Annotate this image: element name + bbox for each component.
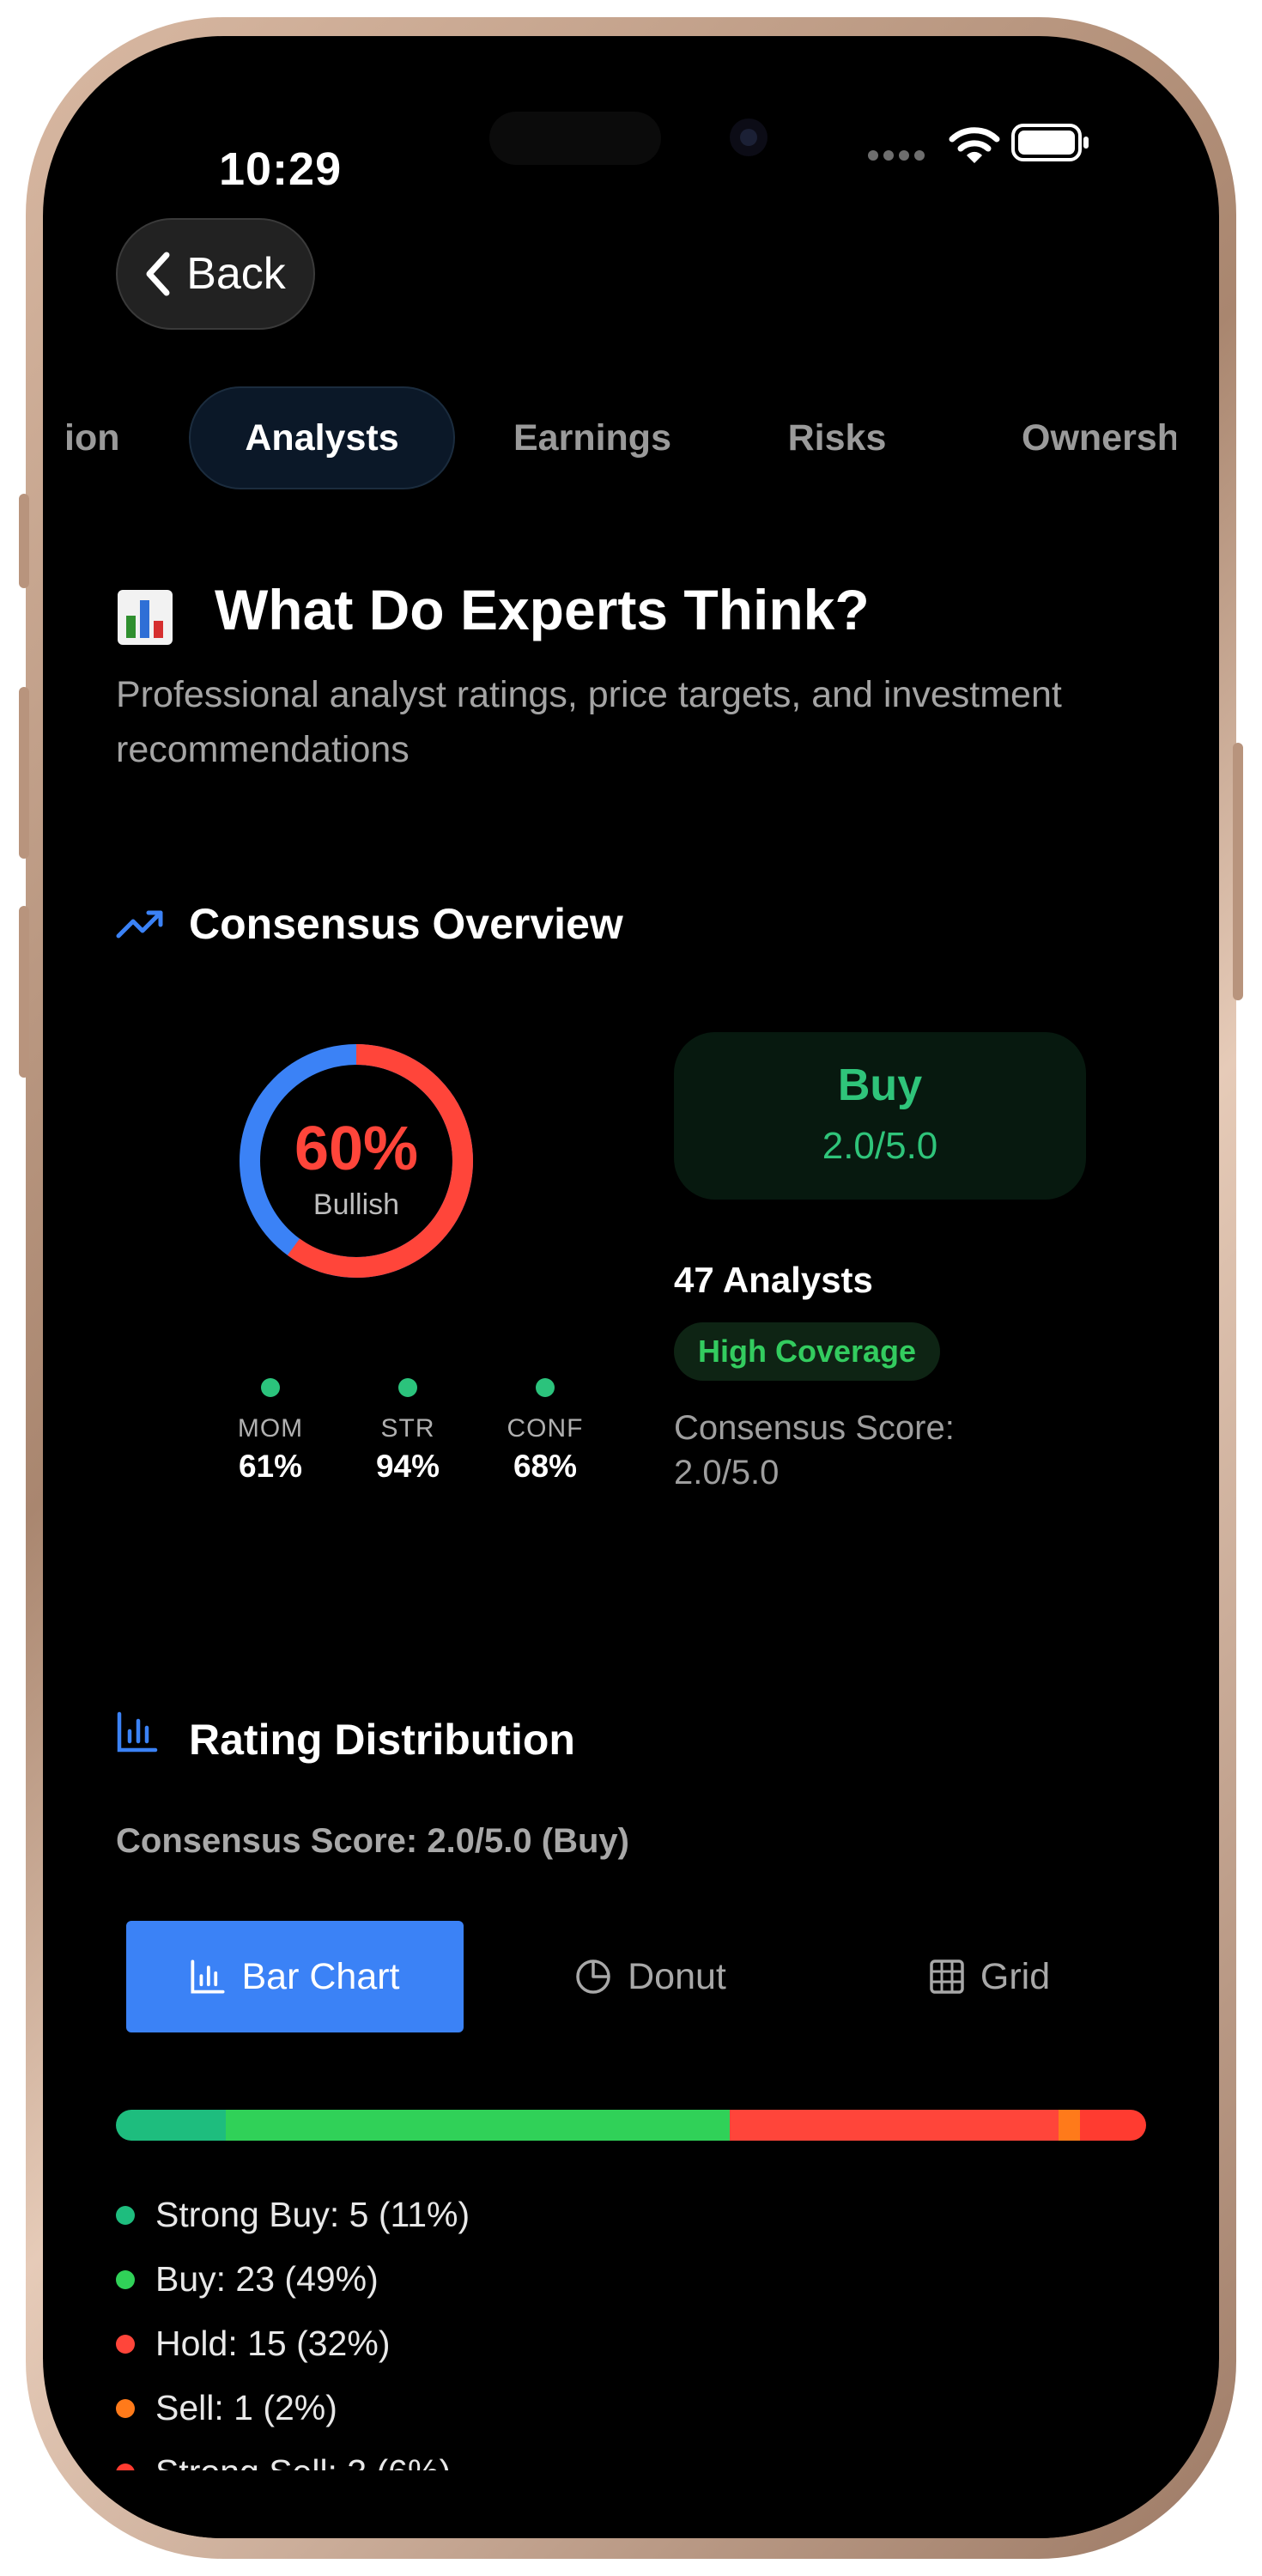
status-dot xyxy=(536,1378,555,1397)
volume-down-button xyxy=(19,906,29,1078)
bar-chart-icon xyxy=(116,1710,159,1753)
distribution-bar xyxy=(116,2110,1146,2141)
view-grid-button[interactable]: Grid xyxy=(820,1921,1159,2032)
rating-card xyxy=(674,1032,1086,1200)
bullish-label: Bullish xyxy=(312,1188,400,1221)
tab-analysts[interactable]: Analysts xyxy=(189,386,455,489)
view-label: Bar Chart xyxy=(241,1955,400,1997)
scroll-clip xyxy=(43,2470,1219,2538)
legend-dot xyxy=(116,2269,135,2289)
metric-value: 68% xyxy=(513,1449,578,1484)
metric-strength: STR 94% xyxy=(348,1378,468,1485)
metric-value: 94% xyxy=(375,1449,440,1484)
pie-chart-icon xyxy=(576,1959,610,1994)
legend-text: Buy: 23 (49%) xyxy=(155,2259,379,2299)
legend-dot xyxy=(116,2205,135,2225)
page-subtitle: Professional analyst ratings, price targ… xyxy=(116,674,1062,770)
distribution-section-title: Rating Distribution xyxy=(189,1716,575,1764)
bar-chart-emoji-icon xyxy=(118,590,173,645)
view-bar-chart-button[interactable]: Bar Chart xyxy=(126,1921,464,2032)
page-title: What Do Experts Think? xyxy=(215,578,870,641)
analysts-count: 47 Analysts xyxy=(674,1260,873,1300)
legend-strong-buy: Strong Buy: 5 (11%) xyxy=(116,2195,470,2235)
legend-sell: Sell: 1 (2%) xyxy=(116,2388,337,2428)
view-label: Grid xyxy=(980,1955,1051,1997)
phone-screen: 10:29 Back ion Analysts Earnings Risks O… xyxy=(43,36,1219,2538)
metric-label: CONF xyxy=(507,1414,584,1443)
back-button[interactable]: Back xyxy=(116,218,315,330)
tab-earnings[interactable]: Earnings xyxy=(489,386,695,489)
power-button xyxy=(1233,743,1243,1000)
rating-score: 2.0/5.0 xyxy=(822,1125,938,1167)
metric-confidence: CONF 68% xyxy=(485,1378,605,1485)
metric-label: MOM xyxy=(237,1414,304,1443)
bullish-percent: 60% xyxy=(294,1115,419,1183)
action-button xyxy=(19,494,29,588)
legend-dot xyxy=(116,2398,135,2418)
metric-value: 61% xyxy=(238,1449,303,1484)
consensus-section-title: Consensus Overview xyxy=(189,900,623,948)
dynamic-island xyxy=(489,112,661,165)
distribution-segment-sell xyxy=(1058,2110,1081,2141)
status-dot xyxy=(398,1378,417,1397)
chevron-left-icon xyxy=(146,252,170,296)
wifi-icon xyxy=(949,124,1000,167)
status-time: 10:29 xyxy=(219,143,343,195)
volume-up-button xyxy=(19,687,29,859)
distribution-segment-buy xyxy=(225,2110,730,2141)
view-label: Donut xyxy=(628,1955,726,1997)
tab-label: Earnings xyxy=(513,416,671,459)
tab-valuation[interactable]: ion xyxy=(64,386,167,489)
coverage-badge: High Coverage xyxy=(674,1322,940,1381)
status-dot xyxy=(261,1378,280,1397)
rating-label: Buy xyxy=(837,1060,923,1110)
tab-label: Ownersh xyxy=(1022,416,1176,459)
metric-label: STR xyxy=(380,1414,435,1443)
bar-chart-icon xyxy=(191,1959,226,1994)
grid-icon xyxy=(930,1959,964,1994)
battery-icon xyxy=(1011,122,1090,163)
tab-label: ion xyxy=(64,416,120,459)
distribution-segment-hold xyxy=(729,2110,1059,2141)
legend-dot xyxy=(116,2334,135,2354)
legend-text: Strong Buy: 5 (11%) xyxy=(155,2195,470,2234)
legend-hold: Hold: 15 (32%) xyxy=(116,2324,390,2364)
view-donut-button[interactable]: Donut xyxy=(481,1921,820,2032)
back-label: Back xyxy=(186,249,286,299)
legend-buy: Buy: 23 (49%) xyxy=(116,2259,379,2300)
consensus-summary: Consensus Score: 2.0/5.0 (Buy) xyxy=(116,1822,629,1860)
signal-dots-icon xyxy=(867,149,927,161)
camera-icon xyxy=(730,118,768,156)
metric-momentum: MOM 61% xyxy=(210,1378,331,1485)
consensus-score-text: Consensus Score: 2.0/5.0 xyxy=(674,1409,955,1492)
trending-up-icon xyxy=(116,908,166,942)
distribution-segment-strong-buy xyxy=(116,2110,226,2141)
tab-label: Risks xyxy=(787,416,887,459)
tab-risks[interactable]: Risks xyxy=(768,386,906,489)
legend-text: Sell: 1 (2%) xyxy=(155,2388,337,2427)
tab-ownership[interactable]: Ownersh xyxy=(1022,386,1176,489)
legend-text: Hold: 15 (32%) xyxy=(155,2324,391,2363)
distribution-segment-strong-sell xyxy=(1080,2110,1146,2141)
tab-label: Analysts xyxy=(245,416,399,459)
